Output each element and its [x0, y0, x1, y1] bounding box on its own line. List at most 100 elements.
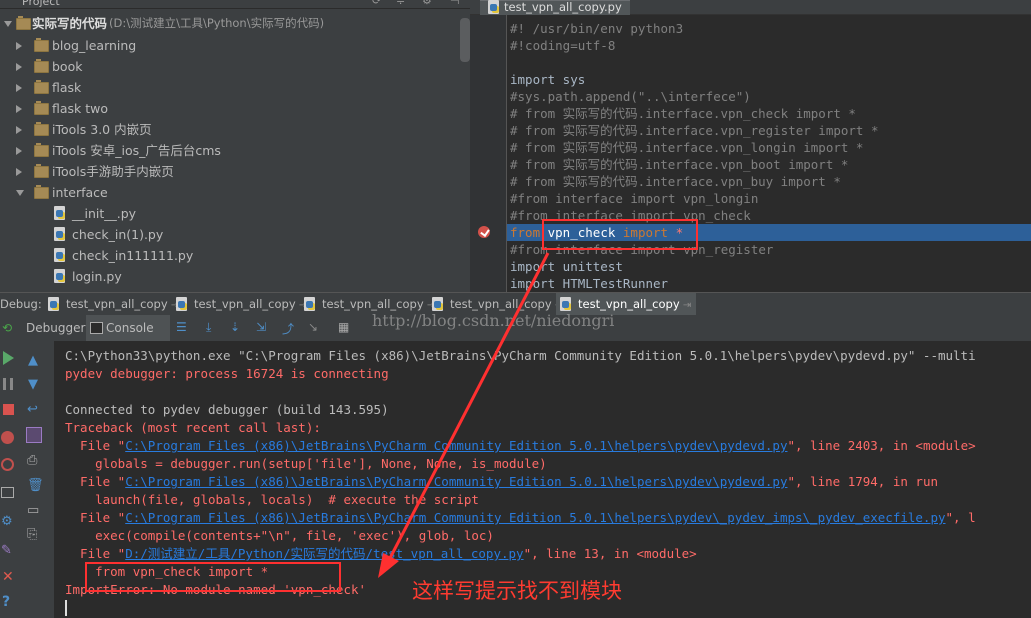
step-into-icon[interactable]: ⇣ — [230, 320, 246, 336]
rerun-icon[interactable]: ⟲ — [2, 321, 16, 335]
python-file-icon — [432, 297, 443, 311]
debug-tab-label: test_vpn_all_copy — [450, 297, 552, 311]
folder-icon — [34, 185, 49, 199]
code-line: # from 实际写的代码.interface.vpn_check import… — [510, 106, 856, 121]
folder-icon — [34, 122, 49, 136]
console-left-toolbar: ▲ ▼ ↩ ⎙ 🗑 ▭ ⎘ — [18, 341, 55, 618]
console-line: File "C:\Program Files (x86)\JetBrains\P… — [65, 473, 938, 491]
scroll-to-end-icon[interactable] — [26, 427, 42, 443]
pin-icon[interactable]: ✎ — [1, 543, 12, 558]
attach-icon[interactable]: ⎘ — [27, 527, 37, 542]
chevron-right-icon[interactable] — [16, 42, 22, 50]
tree-item-label: __init__.py — [72, 206, 137, 221]
editor-tab-label: test_vpn_all_copy.py — [504, 0, 622, 14]
chevron-right-icon[interactable] — [16, 126, 22, 134]
console-line: exec(compile(contents+"\n", file, 'exec'… — [65, 528, 494, 543]
layout-icon[interactable] — [1, 487, 14, 498]
code-line: #sys.path.append("..\interfece") — [510, 89, 751, 104]
highlight-box-error — [85, 562, 341, 592]
gear-icon[interactable]: ⚙ — [422, 0, 432, 7]
code-line: # from 实际写的代码.interface.vpn_register imp… — [510, 123, 879, 138]
code-line: import sys — [510, 72, 586, 87]
tree-item-label: book — [52, 59, 83, 74]
python-file-icon — [560, 297, 571, 311]
settings-gear-icon[interactable]: ⚙ — [1, 514, 13, 529]
tab-debugger[interactable]: Debugger — [26, 315, 86, 341]
debug-tab-label: test_vpn_all_copy — [194, 297, 296, 311]
tree-item-label: blog_learning — [52, 38, 137, 53]
print-icon[interactable]: ⎙ — [27, 453, 37, 468]
console-line: globals = debugger.run(setup['file'], No… — [65, 456, 547, 471]
console-file-link[interactable]: C:\Program Files (x86)\JetBrains\PyCharm… — [125, 438, 787, 453]
python-file-icon — [48, 297, 59, 311]
help-icon[interactable]: ? — [2, 594, 10, 610]
console-file-link[interactable]: C:\Program Files (x86)\JetBrains\PyCharm… — [125, 474, 787, 489]
debug-tab[interactable]: test_vpn_all_copy ⇥ — [172, 293, 312, 315]
step-over-icon[interactable]: ⤓ — [206, 320, 222, 336]
console-file-link[interactable]: C:\Program Files (x86)\JetBrains\PyCharm… — [125, 510, 945, 525]
view-breakpoints-icon[interactable] — [1, 431, 14, 444]
folder-icon — [34, 59, 49, 73]
debug-tab-label: test_vpn_all_copy — [322, 297, 424, 311]
highlight-box-code — [542, 219, 698, 250]
chevron-right-icon[interactable] — [16, 84, 22, 92]
code-line: import unittest — [510, 259, 623, 274]
collapse-icon[interactable]: ≑ — [396, 0, 405, 7]
tree-item-label: iTools手游助手内嵌页 — [52, 164, 174, 179]
chevron-down-icon[interactable] — [4, 21, 12, 27]
tree-item-label: check_in111111.py — [72, 248, 194, 263]
editor-tab[interactable]: test_vpn_all_copy.py — [480, 0, 630, 15]
console-line: Traceback (most recent call last): — [65, 420, 321, 435]
project-title[interactable]: Project — [22, 0, 60, 8]
chevron-right-icon[interactable] — [16, 147, 22, 155]
close-icon[interactable]: ✕ — [2, 569, 14, 585]
editor-tabbar: test_vpn_all_copy.py — [470, 0, 1031, 15]
tree-item-label: flask — [52, 80, 82, 95]
console-line: File "C:\Program Files (x86)\JetBrains\P… — [65, 437, 976, 455]
clear-all-icon[interactable]: 🗑 — [27, 478, 44, 493]
code-line: # from 实际写的代码.interface.vpn_boot import … — [510, 157, 849, 172]
step-into-my-code-icon[interactable]: ⇲ — [256, 320, 272, 336]
console-line: Connected to pydev debugger (build 143.5… — [65, 402, 389, 417]
pause-icon[interactable] — [3, 378, 13, 390]
console-file-link[interactable]: D:/测试建立/工具/Python/实际写的代码/test_vpn_all_co… — [125, 546, 523, 561]
evaluate-expression-icon[interactable]: ▦ — [338, 320, 354, 336]
folder-icon — [34, 80, 49, 94]
tree-item-label: check_in(1).py — [72, 227, 164, 242]
resume-icon[interactable] — [3, 351, 14, 365]
tree-item-label: login.py — [72, 269, 122, 284]
annotation-text: 这样写提示找不到模块 — [412, 579, 622, 603]
mute-breakpoints-icon[interactable] — [1, 458, 14, 471]
tree-item-label: iTools 3.0 内嵌页 — [52, 122, 152, 137]
console-line: C:\Python33\python.exe "C:\Program Files… — [65, 348, 976, 363]
breakpoint-icon[interactable] — [478, 226, 490, 238]
sync-icon[interactable]: ⟳ — [372, 0, 381, 7]
up-arrow-icon[interactable]: ▲ — [28, 353, 38, 368]
python-console-icon[interactable]: ▭ — [27, 503, 39, 518]
tab-console[interactable]: Console — [86, 315, 170, 341]
pin-tab-icon[interactable]: ⇥ — [680, 300, 691, 311]
debug-tab[interactable]: test_vpn_all_copy ⇥ — [44, 293, 184, 315]
tree-scrollbar[interactable] — [460, 18, 470, 62]
down-arrow-icon[interactable]: ▼ — [28, 377, 38, 392]
console-cursor — [65, 600, 67, 616]
chevron-right-icon[interactable] — [16, 168, 22, 176]
code-line: import HTMLTestRunner — [510, 276, 669, 291]
code-token: from — [510, 225, 541, 240]
show-execution-point-icon[interactable]: ☰ — [176, 320, 192, 336]
chevron-down-icon[interactable] — [16, 190, 24, 196]
soft-wrap-icon[interactable]: ↩ — [27, 402, 38, 417]
chevron-right-icon[interactable] — [16, 63, 22, 71]
console-icon — [90, 322, 103, 334]
project-panel: Project ⟳ ≑ ⚙ ⊣ 实际写的代码 (D:\测试建立\工具\Pytho… — [0, 0, 470, 292]
debug-left-toolbar: ⟲ ⚙ ✎ ✕ ? — [0, 315, 19, 618]
console-line: File "D:/测试建立/工具/Python/实际写的代码/test_vpn_… — [65, 545, 697, 563]
run-to-cursor-icon[interactable]: ↘ — [308, 320, 324, 336]
hide-icon[interactable]: ⊣ — [450, 0, 460, 7]
console-text: File " — [65, 474, 126, 489]
tree-root[interactable]: 实际写的代码 (D:\测试建立\工具\Python\实际写的代码) — [0, 13, 460, 34]
stop-icon[interactable] — [3, 404, 14, 415]
chevron-right-icon[interactable] — [16, 105, 22, 113]
step-out-icon[interactable]: ⤴ — [282, 320, 298, 336]
code-line: # from 实际写的代码.interface.vpn_buy import * — [510, 174, 841, 189]
